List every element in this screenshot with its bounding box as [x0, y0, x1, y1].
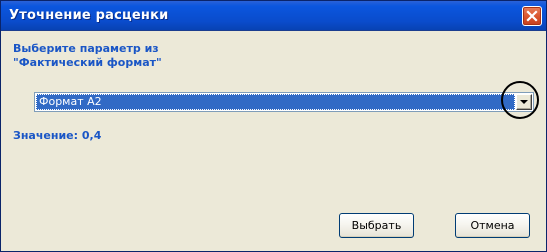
dialog-window: Уточнение расценки Выберите параметр из …: [0, 0, 547, 252]
prompt-line-1: Выберите параметр из: [13, 42, 159, 55]
close-button[interactable]: [522, 6, 542, 26]
prompt-line-2: "Фактический формат": [13, 56, 162, 69]
annotation-circle: [501, 81, 539, 119]
format-dropdown[interactable]: Формат A2: [34, 92, 534, 112]
dialog-content: Выберите параметр из "Фактический формат…: [1, 31, 546, 251]
select-button[interactable]: Выбрать: [339, 213, 414, 238]
parameter-prompt: Выберите параметр из "Фактический формат…: [13, 42, 333, 70]
close-icon: [526, 10, 538, 22]
cancel-button[interactable]: Отмена: [455, 213, 530, 238]
value-display: Значение: 0,4: [13, 129, 101, 142]
dropdown-selected-value[interactable]: Формат A2: [36, 94, 515, 110]
value-number: 0,4: [81, 129, 102, 142]
value-label: Значение:: [13, 129, 79, 142]
title-bar[interactable]: Уточнение расценки: [1, 1, 546, 31]
window-title: Уточнение расценки: [9, 8, 169, 23]
